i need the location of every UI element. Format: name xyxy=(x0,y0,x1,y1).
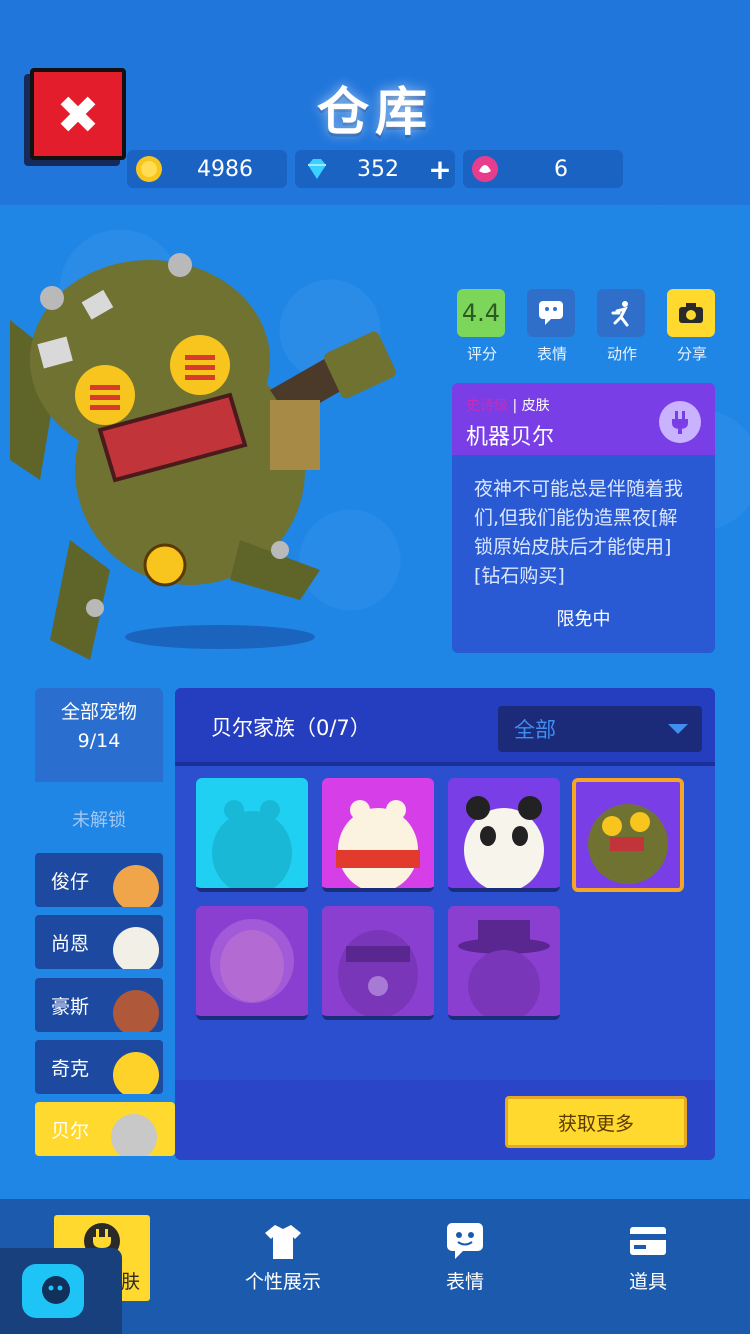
panda-image xyxy=(464,796,544,888)
rating-label: 评分 xyxy=(466,345,497,363)
diamond-currency: 352 + xyxy=(295,150,455,188)
skin-status: 限免中 xyxy=(556,609,611,630)
lotus-token-icon xyxy=(472,156,498,182)
tab-items[interactable]: 道具 xyxy=(583,1199,713,1334)
rating-action[interactable]: 4.4 评分 xyxy=(457,289,507,364)
panel-footer: 获取更多 xyxy=(175,1080,715,1160)
floating-chat-button[interactable] xyxy=(0,1248,122,1334)
skin-buddha-bear[interactable] xyxy=(196,906,308,1020)
chevron-down-icon xyxy=(668,724,688,734)
ice-bear-image xyxy=(212,800,292,888)
buddha-bear-image xyxy=(210,919,294,1003)
skin-description: 夜神不可能总是伴随着我们,但我们能伪造黑夜[解锁原始皮肤后才能使用][钻石购买] xyxy=(474,478,684,587)
running-figure-icon xyxy=(611,301,629,327)
chat-bubble-icon xyxy=(22,1264,84,1318)
bear-avatar xyxy=(111,1114,157,1156)
skin-detective-bear[interactable] xyxy=(448,906,560,1020)
tab-label: 道具 xyxy=(628,1271,667,1293)
diamond-amount: 352 xyxy=(357,156,399,182)
tab-label: 表情 xyxy=(445,1271,484,1293)
filter-dropdown[interactable]: 全部 xyxy=(498,706,702,752)
sidebar-item-label: 尚恩 xyxy=(51,932,90,955)
shiba-avatar xyxy=(113,865,159,907)
motion-action[interactable]: 动作 xyxy=(597,289,647,364)
robot-bear-pet-image xyxy=(10,253,396,660)
skin-polar-bear[interactable] xyxy=(322,778,434,892)
chat-emote-icon xyxy=(447,1223,483,1259)
sidebar-item-beier[interactable]: 贝尔 xyxy=(35,1102,175,1156)
motion-label: 动作 xyxy=(606,345,637,363)
filter-value: 全部 xyxy=(514,718,556,742)
skin-panda[interactable] xyxy=(448,778,560,892)
skin-info-header: 史诗级 | 皮肤 机器贝尔 xyxy=(452,383,715,455)
lotus-amount: 6 xyxy=(554,156,568,182)
sidebar-item-shangen[interactable]: 尚恩 xyxy=(35,915,163,969)
gold-amount: 4986 xyxy=(197,156,253,182)
emote-label: 表情 xyxy=(536,345,567,363)
motion-box xyxy=(597,289,645,337)
detective-bear-image xyxy=(458,920,550,1016)
share-action[interactable]: 分享 xyxy=(667,289,717,364)
polar-bear-image xyxy=(336,800,420,888)
skin-info-card: 史诗级 | 皮肤 机器贝尔 夜神不可能总是伴随着我们,但我们能伪造黑夜[解锁原始… xyxy=(452,383,715,653)
panel-header: 贝尔家族（0/7） 全部 xyxy=(175,688,715,766)
masked-bear-image xyxy=(338,930,418,1016)
sheep-avatar xyxy=(113,927,159,969)
rarity-label: 史诗级 xyxy=(466,398,508,414)
share-box xyxy=(667,289,715,337)
sidebar-item-label: 俊仔 xyxy=(51,870,90,893)
locked-label: 未解锁 xyxy=(72,810,126,831)
sidebar-item-label: 贝尔 xyxy=(51,1119,90,1142)
tab-emotes[interactable]: 表情 xyxy=(400,1199,530,1334)
pet-display[interactable] xyxy=(0,240,430,670)
plug-icon xyxy=(659,401,701,443)
tab-label: 个性展示 xyxy=(244,1271,321,1293)
diamond-icon xyxy=(308,159,326,179)
gold-coin-icon xyxy=(136,156,162,182)
skin-panel: 贝尔家族（0/7） 全部 获取更多 xyxy=(175,688,715,1160)
card-icon xyxy=(630,1227,666,1255)
camera-icon xyxy=(679,303,703,323)
add-diamond-button[interactable]: + xyxy=(425,153,455,186)
sidebar-item-haosi[interactable]: 豪斯 xyxy=(35,978,163,1032)
lotus-currency: 6 xyxy=(463,150,623,188)
rating-value: 4.4 xyxy=(457,289,505,337)
emote-box xyxy=(527,289,575,337)
chick-avatar xyxy=(113,1052,159,1094)
emote-action[interactable]: 表情 xyxy=(527,289,577,364)
all-pets-label: 全部宠物 xyxy=(60,701,137,723)
type-label: 皮肤 xyxy=(521,398,550,414)
sidebar-item-label: 豪斯 xyxy=(51,995,90,1018)
family-title: 贝尔家族（0/7） xyxy=(211,716,371,740)
all-pets-tab[interactable]: 全部宠物 9/14 xyxy=(35,688,163,782)
skin-masked-bear[interactable] xyxy=(322,906,434,1020)
share-label: 分享 xyxy=(676,345,707,363)
robot-bear-thumb-image xyxy=(588,804,668,884)
all-pets-count: 9/14 xyxy=(77,730,121,752)
sidebar-item-label: 奇克 xyxy=(51,1057,90,1080)
tab-personal-display[interactable]: 个性展示 xyxy=(218,1199,348,1334)
sidebar-item-qike[interactable]: 奇克 xyxy=(35,1040,163,1094)
skin-robot-bear[interactable] xyxy=(572,778,684,892)
chat-emote-icon xyxy=(539,301,563,325)
page-title: 仓库 xyxy=(316,83,433,143)
tshirt-icon xyxy=(265,1225,301,1259)
skin-ice-bear[interactable] xyxy=(196,778,308,892)
sidebar-item-junzai[interactable]: 俊仔 xyxy=(35,853,163,907)
gold-currency: 4986 xyxy=(127,150,287,188)
horse-avatar xyxy=(113,990,159,1032)
header-bar: 仓库 4986 352 + 6 xyxy=(0,0,750,205)
get-more-button[interactable]: 获取更多 xyxy=(505,1096,687,1148)
